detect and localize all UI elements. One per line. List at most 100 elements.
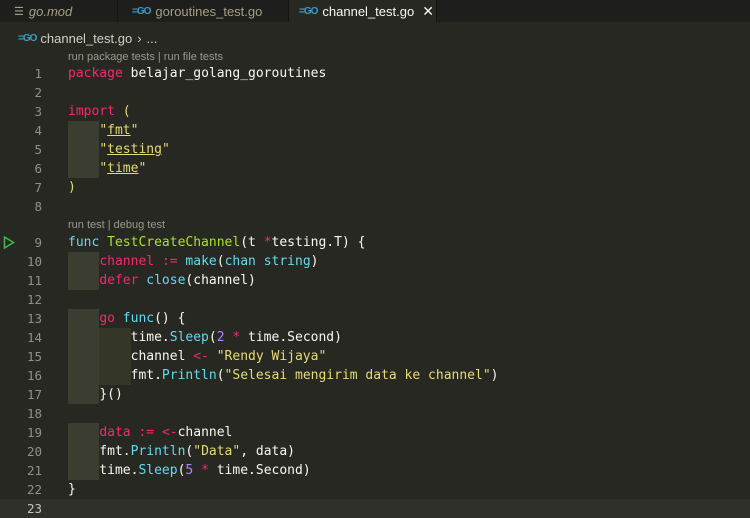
code-line[interactable]: 1 package belajar_golang_goroutines: [0, 64, 750, 83]
code-token: fmt.: [68, 444, 131, 459]
line-number: 4: [34, 123, 42, 138]
line-number: 2: [34, 85, 42, 100]
tab-label: channel_test.go: [322, 3, 415, 19]
line-number: 19: [26, 425, 42, 440]
codelens-file[interactable]: run package tests | run file tests: [68, 49, 223, 65]
code-line[interactable]: 21 time.Sleep(5 * time.Second): [0, 461, 750, 480]
code-token: ": [99, 161, 108, 176]
code-token: <-: [161, 425, 178, 440]
code-line[interactable]: 13 go func() {: [0, 309, 750, 328]
code-token: "Data": [193, 444, 241, 459]
code-line[interactable]: 9 func TestCreateChannel(t *testing.T) {: [0, 233, 750, 252]
code-token: :=: [138, 425, 155, 440]
code-line[interactable]: 23: [0, 499, 750, 518]
code-token: (: [216, 254, 225, 269]
go-icon: =GO: [299, 5, 318, 17]
code-token: time.: [68, 463, 139, 478]
code-token: make: [185, 254, 217, 269]
code-line[interactable]: 3 import (: [0, 102, 750, 121]
code-line[interactable]: 19 data := <-channel: [0, 423, 750, 442]
line-number: 12: [26, 292, 42, 307]
code-token: (: [216, 368, 225, 383]
breadcrumb-rest[interactable]: ...: [147, 31, 158, 46]
code-line[interactable]: 11 defer close(channel): [0, 271, 750, 290]
code-token: () {: [154, 311, 186, 326]
line-number: 9: [34, 235, 42, 250]
code-editor[interactable]: run package tests | run file tests run t…: [0, 47, 750, 518]
code-line[interactable]: 8: [0, 197, 750, 216]
line-number: 10: [26, 254, 42, 269]
code-token: chan: [224, 254, 256, 269]
code-token: package: [68, 66, 123, 81]
code-line[interactable]: 16 fmt.Println("Selesai mengirim data ke…: [0, 366, 750, 385]
code-token: <-: [193, 349, 209, 364]
tab-go-mod[interactable]: ☰ go.mod: [0, 0, 118, 22]
code-line[interactable]: 4 "fmt": [0, 121, 750, 140]
code-token: data: [99, 425, 131, 440]
code-token: testing: [107, 142, 162, 157]
line-text: "fmt": [68, 121, 138, 140]
line-number: 16: [26, 368, 42, 383]
code-token: time.: [68, 330, 170, 345]
breadcrumb: =GO channel_test.go › ...: [18, 29, 157, 47]
code-line[interactable]: 22}: [0, 480, 750, 499]
go-icon: =GO: [18, 32, 37, 44]
code-token: *: [201, 463, 209, 478]
code-token: ): [68, 180, 76, 195]
code-token: close: [146, 273, 186, 288]
code-token: testing.T) {: [271, 235, 366, 250]
code-line[interactable]: 12: [0, 290, 750, 309]
line-number: 22: [26, 482, 42, 497]
line-number: 11: [26, 273, 42, 288]
code-token: channel: [177, 425, 233, 440]
code-line[interactable]: 6 "time": [0, 159, 750, 178]
line-number: 20: [26, 444, 42, 459]
code-token: (channel): [185, 273, 256, 288]
code-line[interactable]: 14 time.Sleep(2 * time.Second): [0, 328, 750, 347]
line-text: func TestCreateChannel(t *testing.T) {: [68, 233, 365, 252]
line-text: fmt.Println("Selesai mengirim data ke ch…: [68, 366, 499, 385]
code-token: func: [68, 235, 100, 250]
line-number: 18: [26, 406, 42, 421]
code-token: ": [99, 142, 108, 157]
code-token: fmt.: [68, 368, 162, 383]
code-token: (t: [240, 235, 264, 250]
code-line[interactable]: 18: [0, 404, 750, 423]
code-token: }: [68, 482, 76, 497]
code-line[interactable]: 7): [0, 178, 750, 197]
line-text: time.Sleep(2 * time.Second): [68, 328, 342, 347]
code-line[interactable]: 15 channel <- "Rendy Wijaya": [0, 347, 750, 366]
line-text: package belajar_golang_goroutines: [68, 64, 326, 83]
code-token: channel: [68, 349, 194, 364]
tab-label: goroutines_test.go: [155, 3, 263, 19]
line-text: data := <-channel: [68, 423, 232, 442]
code-token: ): [490, 368, 499, 383]
code-line[interactable]: 5 "testing": [0, 140, 750, 159]
code-line[interactable]: 20 fmt.Println("Data", data): [0, 442, 750, 461]
tab-channel-test[interactable]: =GO channel_test.go ✕: [289, 0, 437, 22]
code-token: func: [122, 311, 155, 326]
close-icon[interactable]: ✕: [422, 3, 434, 20]
code-line[interactable]: 17 }(): [0, 385, 750, 404]
code-line[interactable]: 2: [0, 83, 750, 102]
code-token: import: [68, 104, 115, 119]
tab-goroutines-test[interactable]: =GO goroutines_test.go: [118, 0, 289, 22]
tab-bar: ☰ go.mod =GO goroutines_test.go =GO chan…: [0, 0, 750, 22]
code-token: "Selesai mengirim data ke channel": [224, 368, 491, 383]
line-number: 7: [34, 180, 42, 195]
code-token: (: [208, 330, 217, 345]
line-text: channel := make(chan string): [68, 252, 318, 271]
line-number: 1: [34, 66, 42, 81]
code-line[interactable]: 10 channel := make(chan string): [0, 252, 750, 271]
codelens-func[interactable]: run test | debug test: [68, 217, 165, 233]
breadcrumb-file[interactable]: channel_test.go: [40, 31, 132, 46]
